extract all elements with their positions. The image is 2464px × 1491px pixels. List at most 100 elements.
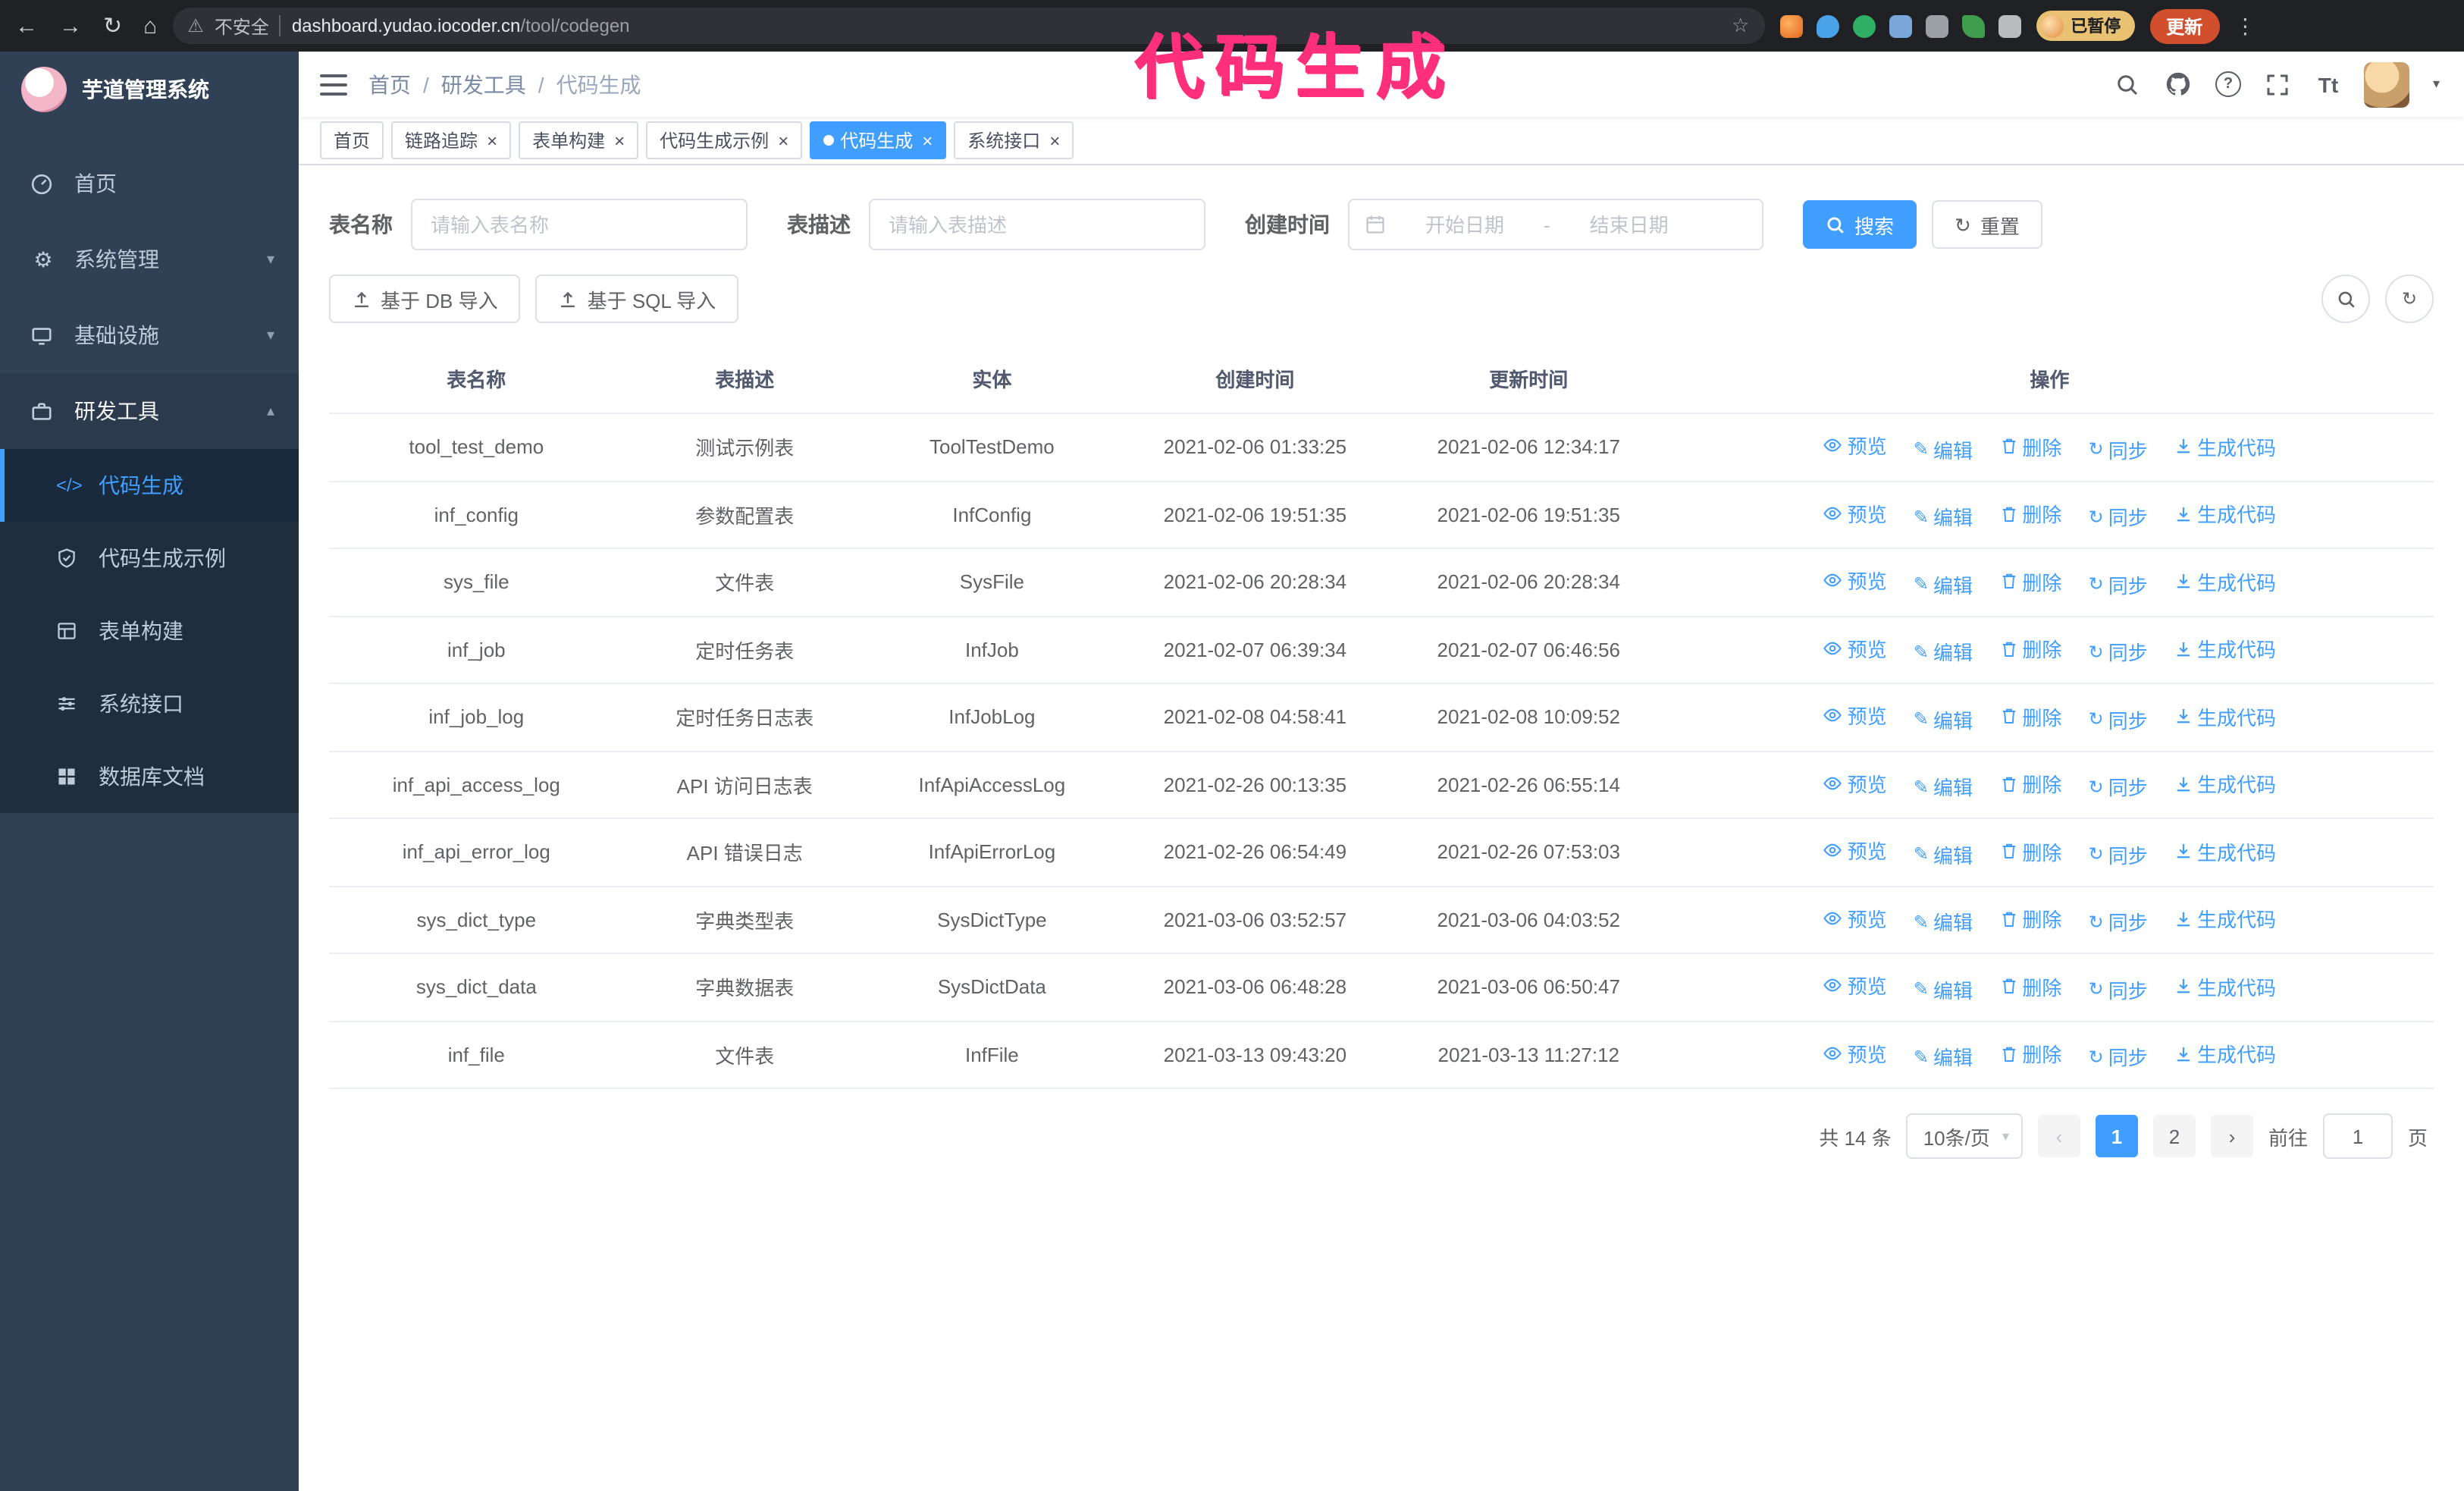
sidebar-item-devtools[interactable]: 研发工具 ▴	[0, 373, 299, 449]
breadcrumb-home[interactable]: 首页	[368, 69, 411, 99]
tab-form-builder[interactable]: 表单构建 ×	[519, 121, 639, 159]
sync-link[interactable]: ↻ 同步	[2089, 1042, 2148, 1071]
generate-code-link[interactable]: 生成代码	[2174, 769, 2276, 798]
table-name-input[interactable]	[411, 199, 748, 250]
sidebar-item-home[interactable]: 首页	[0, 146, 299, 221]
preview-link[interactable]: 预览	[1823, 971, 1887, 1000]
delete-link[interactable]: 删除	[1999, 432, 2061, 460]
goto-page-input[interactable]	[2322, 1113, 2393, 1159]
back-icon[interactable]: ←	[15, 13, 38, 39]
generate-code-link[interactable]: 生成代码	[2174, 567, 2276, 595]
tab-home[interactable]: 首页	[320, 121, 384, 159]
next-page-button[interactable]: ›	[2210, 1115, 2253, 1157]
delete-link[interactable]: 删除	[1999, 904, 2061, 933]
edit-link[interactable]: ✎ 编辑	[1914, 435, 1973, 463]
delete-link[interactable]: 删除	[1999, 702, 2061, 730]
search-icon[interactable]	[2114, 71, 2142, 98]
preview-link[interactable]: 预览	[1823, 701, 1887, 730]
preview-link[interactable]: 预览	[1823, 633, 1887, 662]
edit-link[interactable]: ✎ 编辑	[1914, 907, 1973, 936]
sync-link[interactable]: ↻ 同步	[2089, 772, 2148, 801]
url-text[interactable]: dashboard.yudao.iocoder.cn/tool/codegen	[292, 15, 1721, 36]
generate-code-link[interactable]: 生成代码	[2174, 904, 2276, 933]
page-button-2[interactable]: 2	[2152, 1115, 2196, 1157]
user-menu-caret-icon[interactable]: ▾	[2433, 76, 2440, 93]
delete-link[interactable]: 删除	[1999, 1039, 2061, 1068]
page-button-1[interactable]: 1	[2095, 1115, 2138, 1157]
import-sql-button[interactable]: 基于 SQL 导入	[535, 275, 739, 323]
reload-icon[interactable]: ↻	[103, 12, 122, 39]
tab-tracing[interactable]: 链路追踪 ×	[391, 121, 512, 159]
sync-link[interactable]: ↻ 同步	[2089, 502, 2148, 531]
font-size-icon[interactable]: Tt	[2315, 71, 2342, 98]
preview-link[interactable]: 预览	[1823, 566, 1887, 595]
preview-link[interactable]: 预览	[1823, 903, 1887, 932]
edit-link[interactable]: ✎ 编辑	[1914, 975, 1973, 1003]
tab-system-api[interactable]: 系统接口 ×	[954, 121, 1074, 159]
fullscreen-icon[interactable]	[2265, 71, 2292, 98]
refresh-table-button[interactable]: ↻	[2385, 275, 2434, 323]
sync-link[interactable]: ↻ 同步	[2089, 840, 2148, 868]
delete-link[interactable]: 删除	[1999, 837, 2061, 865]
breadcrumb-devtools[interactable]: 研发工具	[441, 69, 526, 99]
help-icon[interactable]: ?	[2215, 71, 2242, 98]
generate-code-link[interactable]: 生成代码	[2174, 702, 2276, 730]
delete-link[interactable]: 删除	[1999, 769, 2061, 798]
preview-link[interactable]: 预览	[1823, 768, 1887, 797]
drop-icon[interactable]	[1816, 14, 1839, 37]
close-icon[interactable]: ×	[922, 131, 933, 149]
translate-icon[interactable]	[1925, 14, 1948, 37]
user-avatar[interactable]	[2364, 61, 2410, 107]
browser-menu-icon[interactable]: ⋮	[2234, 13, 2256, 39]
sync-link[interactable]: ↻ 同步	[2089, 570, 2148, 598]
delete-link[interactable]: 删除	[1999, 972, 2061, 1000]
prev-page-button[interactable]: ‹	[2037, 1115, 2080, 1157]
preview-link[interactable]: 预览	[1823, 836, 1887, 865]
sidebar-item-system[interactable]: ⚙ 系统管理 ▾	[0, 221, 299, 297]
close-icon[interactable]: ×	[1049, 131, 1060, 149]
end-date-input[interactable]	[1559, 212, 1699, 237]
profile-chip[interactable]: 已暂停	[2036, 11, 2135, 41]
forward-icon[interactable]: →	[59, 13, 82, 39]
start-date-input[interactable]	[1395, 212, 1535, 237]
puzzle-icon[interactable]	[1998, 14, 2021, 37]
preview-link[interactable]: 预览	[1823, 498, 1887, 527]
leaf-icon[interactable]	[1961, 14, 1985, 37]
date-range-picker[interactable]: -	[1348, 199, 1763, 250]
edit-link[interactable]: ✎ 编辑	[1914, 840, 1973, 868]
bookmark-star-icon[interactable]: ☆	[1732, 14, 1749, 38]
github-icon[interactable]	[2165, 71, 2192, 98]
fox-icon[interactable]	[1779, 14, 1803, 37]
edit-link[interactable]: ✎ 编辑	[1914, 637, 1973, 666]
sync-link[interactable]: ↻ 同步	[2089, 435, 2148, 463]
preview-link[interactable]: 预览	[1823, 431, 1887, 460]
search-button[interactable]: 搜索	[1803, 200, 1917, 249]
delete-link[interactable]: 删除	[1999, 567, 2061, 595]
people-icon[interactable]	[1889, 14, 1912, 37]
sidebar-item-db-docs[interactable]: 数据库文档	[0, 740, 299, 813]
close-icon[interactable]: ×	[778, 131, 788, 149]
generate-code-link[interactable]: 生成代码	[2174, 499, 2276, 528]
table-desc-input[interactable]	[869, 199, 1205, 250]
reset-button[interactable]: ↻ 重置	[1932, 200, 2042, 249]
sidebar-item-codegen-example[interactable]: 代码生成示例	[0, 522, 299, 595]
edit-link[interactable]: ✎ 编辑	[1914, 502, 1973, 531]
sync-link[interactable]: ↻ 同步	[2089, 907, 2148, 936]
close-icon[interactable]: ×	[487, 131, 497, 149]
generate-code-link[interactable]: 生成代码	[2174, 432, 2276, 460]
home-icon[interactable]: ⌂	[143, 13, 157, 39]
v-icon[interactable]	[1852, 14, 1876, 37]
edit-link[interactable]: ✎ 编辑	[1914, 705, 1973, 733]
close-icon[interactable]: ×	[614, 131, 625, 149]
sidebar-item-system-api[interactable]: 系统接口	[0, 667, 299, 740]
generate-code-link[interactable]: 生成代码	[2174, 972, 2276, 1000]
toggle-search-button[interactable]	[2321, 275, 2370, 323]
sidebar-item-infra[interactable]: 基础设施 ▾	[0, 297, 299, 373]
sync-link[interactable]: ↻ 同步	[2089, 637, 2148, 666]
sidebar-item-codegen[interactable]: </> 代码生成	[0, 449, 299, 522]
update-button[interactable]: 更新	[2149, 8, 2220, 43]
tab-codegen-example[interactable]: 代码生成示例 ×	[646, 121, 803, 159]
generate-code-link[interactable]: 生成代码	[2174, 634, 2276, 663]
edit-link[interactable]: ✎ 编辑	[1914, 1042, 1973, 1071]
sync-link[interactable]: ↻ 同步	[2089, 705, 2148, 733]
